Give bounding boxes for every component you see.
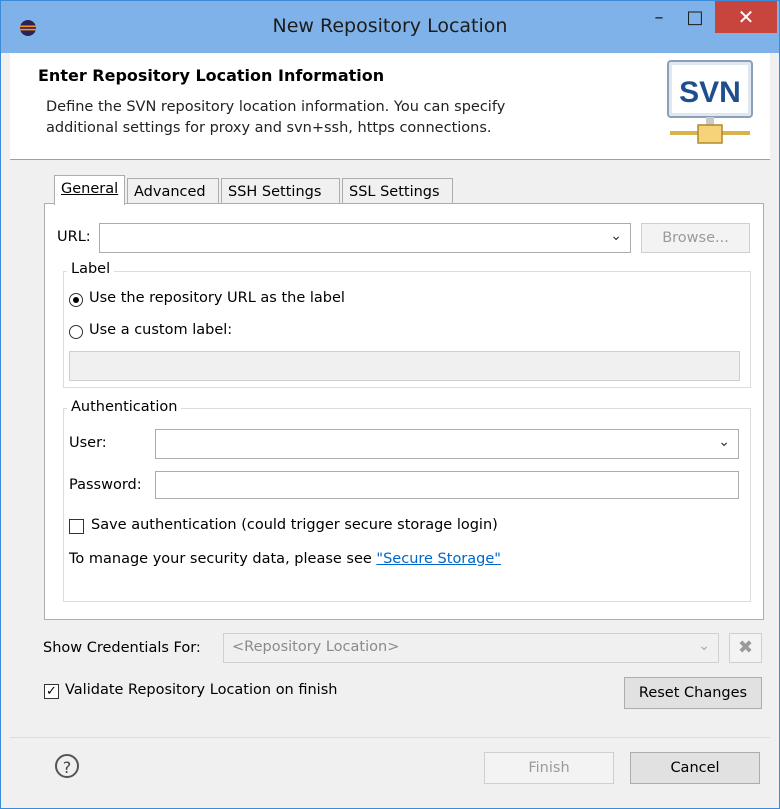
- radio-custom-label-text[interactable]: Use a custom label:: [89, 322, 232, 338]
- validate-checkbox[interactable]: ✓: [44, 684, 59, 699]
- authentication-group-title: Authentication: [67, 399, 182, 415]
- radio-use-url-label[interactable]: Use the repository URL as the label: [89, 290, 345, 306]
- user-label: User:: [69, 435, 107, 451]
- tab-ssl-settings[interactable]: SSL Settings: [342, 178, 453, 205]
- validate-label[interactable]: Validate Repository Location on finish: [65, 682, 337, 698]
- page-description: Define the SVN repository location infor…: [46, 97, 606, 139]
- tab-advanced[interactable]: Advanced: [127, 178, 219, 205]
- dialog-window: New Repository Location – □ ✕ Enter Repo…: [0, 0, 780, 809]
- finish-button[interactable]: Finish: [484, 752, 614, 784]
- minimize-button[interactable]: –: [641, 1, 677, 33]
- label-group-title: Label: [67, 261, 115, 277]
- password-field[interactable]: [155, 471, 739, 499]
- help-icon[interactable]: ?: [55, 754, 79, 778]
- reset-changes-button[interactable]: Reset Changes: [624, 677, 762, 709]
- title-bar[interactable]: New Repository Location – □ ✕: [1, 1, 779, 53]
- password-label: Password:: [69, 477, 142, 493]
- save-auth-checkbox[interactable]: [69, 519, 84, 534]
- save-auth-label[interactable]: Save authentication (could trigger secur…: [91, 517, 498, 533]
- tab-ssh-settings[interactable]: SSH Settings: [221, 178, 340, 205]
- credentials-value: <Repository Location>: [232, 639, 400, 655]
- custom-label-input[interactable]: [69, 351, 740, 381]
- close-button[interactable]: ✕: [715, 1, 777, 33]
- general-tab-panel: URL: ⌄ Browse... Label Use the repositor…: [44, 203, 764, 620]
- tab-general[interactable]: General: [54, 175, 125, 205]
- page-title: Enter Repository Location Information: [38, 66, 385, 85]
- chevron-down-icon[interactable]: ⌄: [718, 434, 730, 450]
- delete-credentials-button[interactable]: ✖: [729, 633, 762, 663]
- url-combo[interactable]: ⌄: [99, 223, 631, 253]
- maximize-button[interactable]: □: [677, 1, 713, 33]
- manage-security-text: To manage your security data, please see…: [69, 551, 501, 567]
- secure-storage-link[interactable]: "Secure Storage": [376, 551, 501, 567]
- user-combo[interactable]: ⌄: [155, 429, 739, 459]
- description-line-2: additional settings for proxy and svn+ss…: [46, 120, 492, 136]
- credentials-combo[interactable]: <Repository Location> ⌄: [223, 633, 719, 663]
- radio-use-url[interactable]: [69, 293, 83, 307]
- svn-logo-text: SVN: [679, 76, 741, 109]
- browse-button[interactable]: Browse...: [641, 223, 750, 253]
- wizard-header: Enter Repository Location Information De…: [10, 53, 770, 159]
- delete-icon: ✖: [737, 637, 754, 658]
- header-separator: [10, 159, 770, 160]
- chevron-down-icon[interactable]: ⌄: [610, 228, 622, 244]
- svn-logo-icon: SVN: [667, 60, 753, 144]
- show-credentials-label: Show Credentials For:: [43, 640, 201, 656]
- chevron-down-icon[interactable]: ⌄: [698, 638, 710, 654]
- description-line-1: Define the SVN repository location infor…: [46, 99, 506, 115]
- radio-custom-label[interactable]: [69, 325, 83, 339]
- url-label: URL:: [57, 229, 91, 245]
- cancel-button[interactable]: Cancel: [630, 752, 760, 784]
